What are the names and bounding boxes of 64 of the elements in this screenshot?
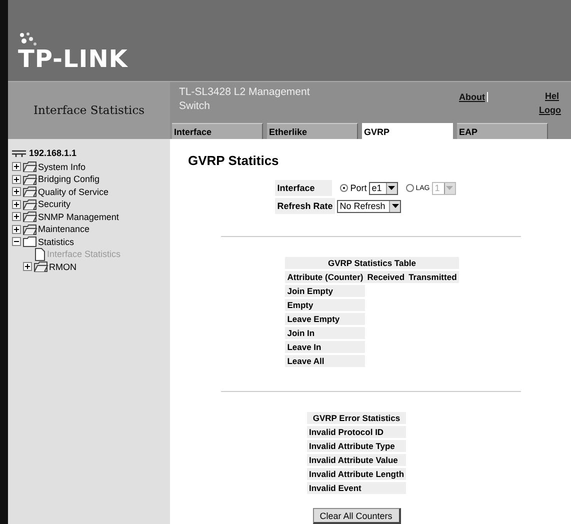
product-name: TL-SL3428 L2 Management Switch	[178, 84, 311, 114]
folder-icon	[23, 224, 37, 235]
row-header: Leave All	[285, 355, 366, 367]
caret-icon	[446, 186, 454, 190]
table-title: GVRP Statistics Table	[285, 257, 459, 269]
tree-root[interactable]: 192.168.1.1	[29, 148, 77, 158]
row-header: Empty	[285, 299, 366, 311]
logo-text: TP-LINK	[18, 44, 128, 73]
page-title: Interface Statistics	[8, 82, 170, 139]
tree-item[interactable]: Security	[38, 199, 71, 210]
radio-label: Port	[350, 183, 367, 193]
tab[interactable]: GVRP	[362, 123, 453, 139]
expander-icon[interactable]	[12, 224, 21, 234]
expander-icon[interactable]	[12, 187, 21, 196]
document-icon	[34, 248, 46, 261]
expander-icon[interactable]	[23, 262, 32, 272]
row-header: Join In	[285, 327, 366, 339]
header-link[interactable]: Logo	[539, 104, 561, 115]
tree-item[interactable]: RMON	[49, 262, 76, 272]
expander-icon[interactable]	[12, 174, 21, 184]
column-header: Transmitted	[406, 271, 459, 283]
folder-icon	[23, 236, 37, 248]
folder-icon	[23, 211, 37, 222]
folder-icon	[23, 174, 37, 185]
tree-item[interactable]: Bridging Config	[38, 174, 100, 184]
row-header: Join Empty	[285, 285, 366, 297]
caret-icon	[388, 186, 396, 190]
expander-icon[interactable]	[12, 237, 21, 246]
tree-item[interactable]: Quality of Service	[38, 186, 109, 197]
folder-icon	[34, 261, 48, 272]
tab[interactable]: Etherlike	[267, 123, 358, 139]
row-header: Leave Empty	[285, 313, 366, 325]
column-header: Attribute (Counter)	[285, 271, 366, 283]
header-link[interactable]: Hel	[545, 90, 560, 101]
tree-item[interactable]: SNMP Management	[38, 212, 119, 222]
tree-item[interactable]: Statistics	[38, 236, 74, 247]
tree-item[interactable]: Maintenance	[38, 224, 90, 234]
field-label: Refresh Rate	[275, 198, 335, 214]
folder-icon	[23, 198, 37, 210]
row-header: Leave In	[285, 341, 366, 353]
table-title: GVRP Error Statistics	[306, 412, 406, 424]
caret-icon	[392, 204, 399, 208]
row-header: Invalid Event	[306, 482, 406, 494]
row-header: Invalid Attribute Type	[306, 440, 406, 452]
folder-icon	[23, 161, 37, 172]
field-label: Interface	[275, 180, 332, 196]
tab[interactable]: EAP	[457, 123, 548, 139]
tab[interactable]: Interface	[172, 123, 263, 139]
radio-button[interactable]	[340, 184, 348, 192]
network-icon	[12, 149, 26, 158]
tree-item[interactable]: System Info	[38, 162, 86, 172]
row-header: Invalid Protocol ID	[306, 426, 406, 438]
folder-icon	[23, 186, 37, 198]
dropdown[interactable]: e1	[368, 182, 398, 194]
expander-icon[interactable]	[12, 200, 21, 209]
column-header: Received	[365, 271, 407, 283]
header-link[interactable]: About	[459, 92, 488, 102]
dropdown[interactable]: No Refresh	[336, 200, 402, 212]
row-header: Invalid Attribute Length	[306, 468, 406, 480]
section-heading: GVRP Statitics	[188, 153, 279, 168]
row-header: Invalid Attribute Value	[306, 454, 406, 466]
expander-icon[interactable]	[12, 162, 21, 172]
clear-counters-button[interactable]: Clear All Counters	[312, 508, 400, 524]
expander-icon[interactable]	[12, 212, 21, 222]
